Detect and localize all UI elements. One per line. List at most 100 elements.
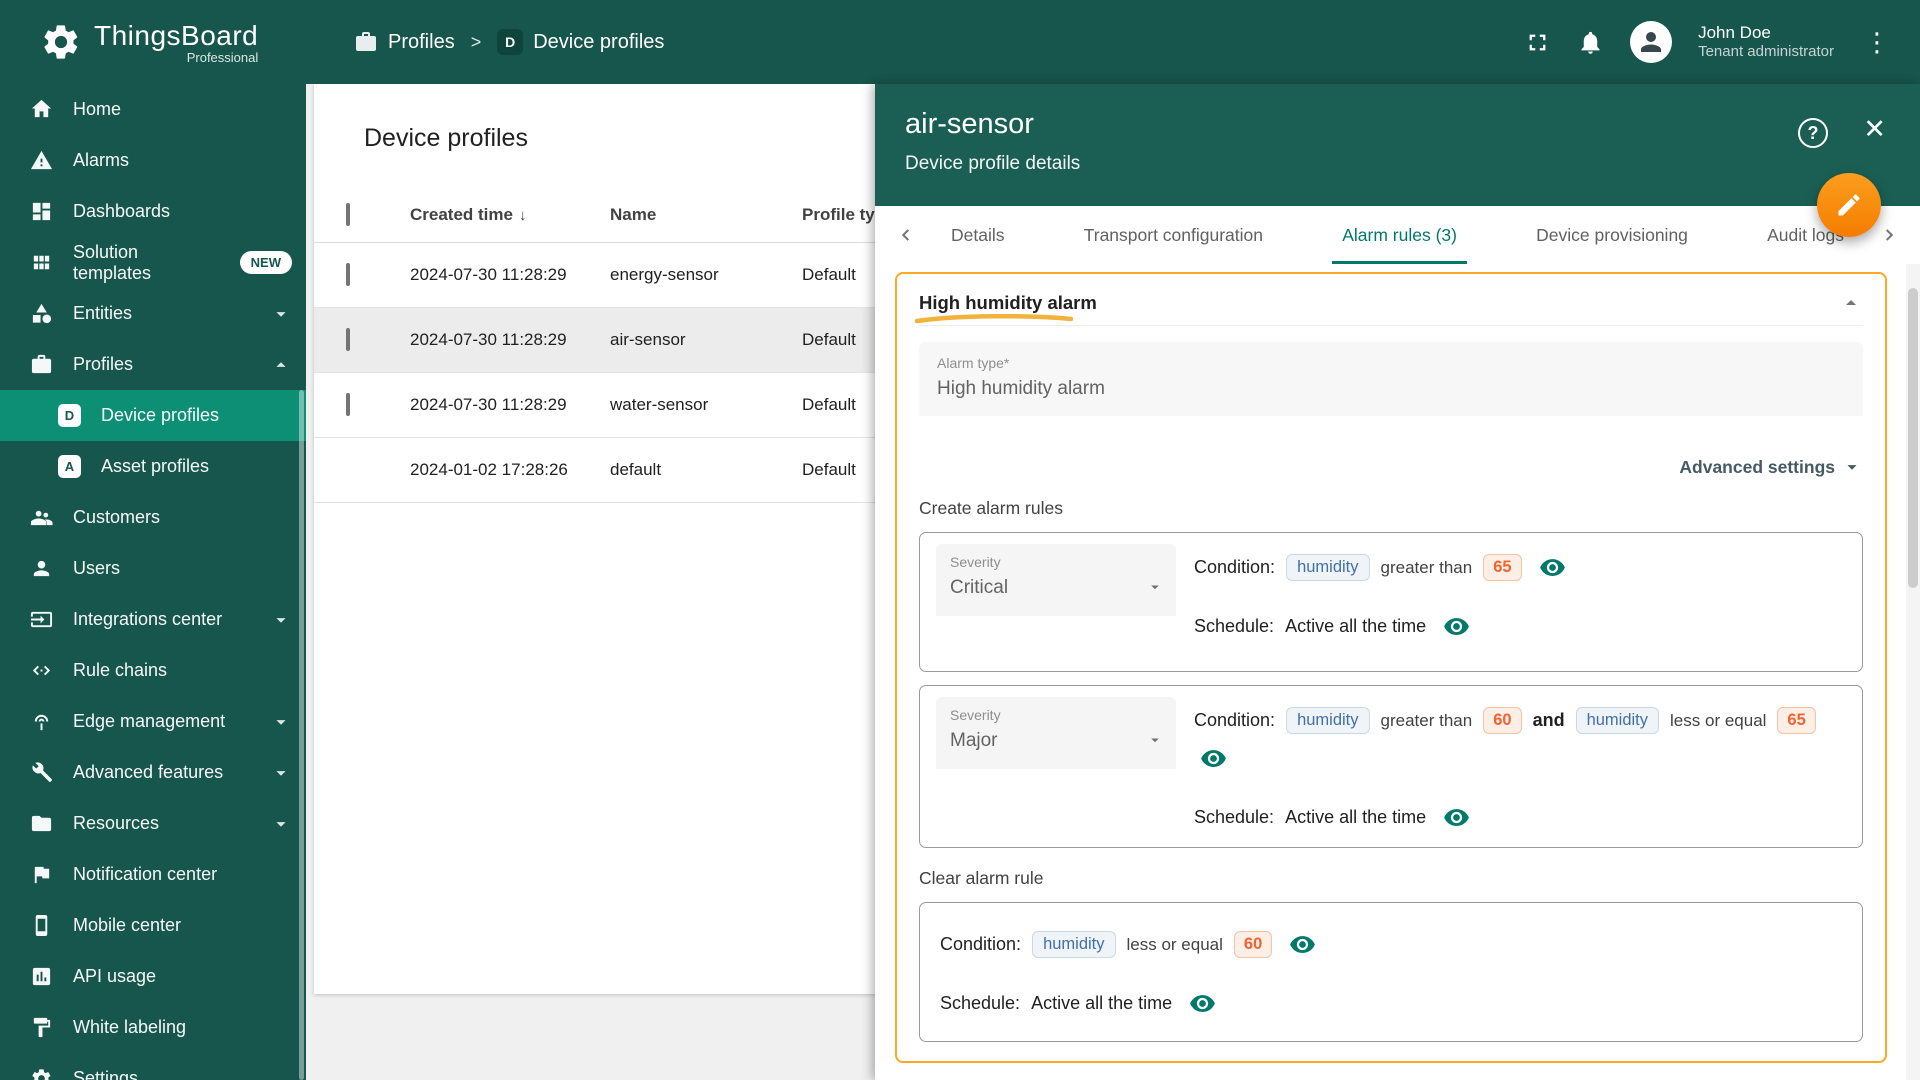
select-all-checkbox[interactable] — [346, 202, 350, 226]
sidebar-item-device-profiles[interactable]: D Device profiles — [0, 390, 306, 441]
advanced-settings-toggle[interactable]: Advanced settings — [919, 456, 1863, 478]
tab-bar: Details Transport configuration Alarm ru… — [875, 206, 1920, 264]
dropdown-caret-icon — [1146, 578, 1164, 596]
condition-operator: less or equal — [1670, 710, 1767, 730]
sidebar-item-entities[interactable]: Entities — [0, 288, 306, 339]
sidebar-item-label: Rule chains — [73, 660, 168, 680]
breadcrumb-separator: > — [470, 31, 482, 52]
chevron-down-icon — [270, 303, 292, 325]
sidebar-item-alarms[interactable]: Alarms — [0, 135, 306, 186]
sidebar-item-asset-profiles[interactable]: A Asset profiles — [0, 441, 306, 492]
alarm-section-header[interactable]: High humidity alarm — [914, 280, 1863, 326]
schedule-label: Schedule: — [940, 993, 1021, 1013]
help-icon[interactable]: ? — [1798, 118, 1828, 148]
sidebar-item-label: Alarms — [73, 150, 130, 170]
warning-icon — [30, 149, 53, 172]
sidebar-item-integrations-center[interactable]: Integrations center — [0, 594, 306, 645]
panel-header: air-sensor Device profile details ? ✕ — [875, 84, 1920, 206]
rule-chains-icon — [30, 659, 53, 682]
sidebar-item-api-usage[interactable]: API usage — [0, 951, 306, 1002]
sidebar-item-resources[interactable]: Resources — [0, 798, 306, 849]
fullscreen-icon[interactable] — [1524, 29, 1551, 56]
view-schedule-eye-icon[interactable] — [1443, 613, 1470, 640]
sidebar-item-white-labeling[interactable]: White labeling — [0, 1002, 306, 1053]
sidebar-item-label: Profiles — [73, 354, 134, 374]
people-icon — [30, 506, 53, 529]
collapse-chevron-up-icon[interactable] — [1839, 291, 1863, 315]
sidebar-item-label: Integrations center — [73, 609, 223, 629]
chevron-down-icon — [270, 813, 292, 835]
sidebar-item-home[interactable]: Home — [0, 84, 306, 135]
app-logo[interactable]: ThingsBoard Professional — [0, 20, 306, 65]
home-icon — [30, 98, 53, 121]
sidebar-item-rule-chains[interactable]: Rule chains — [0, 645, 306, 696]
row-checkbox[interactable] — [346, 328, 350, 351]
alarm-type-field[interactable]: Alarm type* High humidity alarm — [919, 342, 1863, 416]
condition-value-chip: 65 — [1483, 554, 1522, 581]
sidebar-item-advanced-features[interactable]: Advanced features — [0, 747, 306, 798]
view-condition-eye-icon[interactable] — [1200, 745, 1227, 772]
breadcrumb-profiles-label: Profiles — [388, 30, 455, 53]
user-name: John Doe — [1698, 23, 1771, 42]
schedule-value: Active all the time — [1031, 993, 1173, 1013]
sidebar-item-dashboards[interactable]: Dashboards — [0, 186, 306, 237]
condition-line: Condition: humidity greater than 60 and … — [1194, 707, 1846, 772]
sidebar-item-label: Device profiles — [101, 405, 220, 425]
pencil-icon — [1838, 194, 1860, 216]
sidebar-item-users[interactable]: Users — [0, 543, 306, 594]
breadcrumb: Profiles > D Device profiles — [354, 29, 664, 55]
notifications-bell-icon[interactable] — [1577, 29, 1604, 56]
severity-select[interactable]: Severity Major — [936, 697, 1176, 769]
column-created-time[interactable]: Created time ↓ — [410, 205, 610, 225]
severity-select[interactable]: Severity Critical — [936, 544, 1176, 616]
sidebar-item-customers[interactable]: Customers — [0, 492, 306, 543]
close-icon[interactable]: ✕ — [1863, 114, 1886, 145]
header-actions: John Doe Tenant administrator ⋮ — [1524, 21, 1920, 63]
tabs-scroll-left-icon[interactable] — [885, 206, 927, 264]
entities-icon — [30, 302, 53, 325]
sidebar-item-solution-templates[interactable]: Solution templates NEW — [0, 237, 306, 288]
panel-scrollbar-thumb[interactable] — [1908, 288, 1918, 588]
modules-grid-icon — [30, 251, 53, 274]
tab-alarm-rules[interactable]: Alarm rules (3) — [1332, 206, 1467, 264]
row-checkbox[interactable] — [346, 263, 350, 286]
sidebar-item-settings[interactable]: Settings — [0, 1053, 306, 1080]
view-schedule-eye-icon[interactable] — [1443, 804, 1470, 831]
severity-value: Critical — [950, 577, 1009, 598]
sidebar-item-label: Customers — [73, 507, 161, 527]
sidebar-item-mobile-center[interactable]: Mobile center — [0, 900, 306, 951]
gear-icon — [30, 1067, 53, 1080]
tab-device-provisioning[interactable]: Device provisioning — [1526, 206, 1698, 264]
sidebar-item-label: Home — [73, 99, 122, 119]
user-role: Tenant administrator — [1698, 43, 1834, 61]
sidebar-item-profiles[interactable]: Profiles — [0, 339, 306, 390]
antenna-icon — [30, 710, 53, 733]
chevron-down-icon — [270, 762, 292, 784]
view-condition-eye-icon[interactable] — [1539, 554, 1566, 581]
user-info[interactable]: John Doe Tenant administrator — [1698, 22, 1834, 62]
cell-name: air-sensor — [610, 330, 686, 349]
breadcrumb-profiles[interactable]: Profiles — [354, 30, 455, 54]
condition-value-chip: 60 — [1233, 931, 1273, 958]
column-name[interactable]: Name — [610, 205, 802, 225]
clear-alarm-rule-label: Clear alarm rule — [919, 868, 1044, 888]
row-checkbox[interactable] — [346, 393, 350, 416]
sidebar-scrollbar[interactable] — [299, 390, 304, 1080]
edit-fab-button[interactable] — [1817, 173, 1881, 237]
chevron-up-icon — [270, 354, 292, 376]
user-avatar[interactable] — [1630, 21, 1673, 63]
folder-icon — [30, 812, 53, 835]
view-schedule-eye-icon[interactable] — [1189, 990, 1216, 1017]
view-condition-eye-icon[interactable] — [1289, 931, 1316, 958]
more-vert-icon[interactable]: ⋮ — [1860, 27, 1894, 58]
cell-created: 2024-07-30 11:28:29 — [410, 395, 567, 414]
tab-strip: Details Transport configuration Alarm ru… — [927, 206, 1868, 264]
sidebar-item-notification-center[interactable]: Notification center — [0, 849, 306, 900]
severity-value: Major — [950, 730, 998, 751]
breadcrumb-device-profiles[interactable]: D Device profiles — [497, 29, 664, 55]
tab-details[interactable]: Details — [941, 206, 1015, 264]
tab-transport-configuration[interactable]: Transport configuration — [1074, 206, 1273, 264]
sidebar-item-edge-management[interactable]: Edge management — [0, 696, 306, 747]
dropdown-caret-icon — [1146, 731, 1164, 749]
alarm-rules-content: High humidity alarm Alarm type* High hum… — [875, 264, 1920, 1080]
